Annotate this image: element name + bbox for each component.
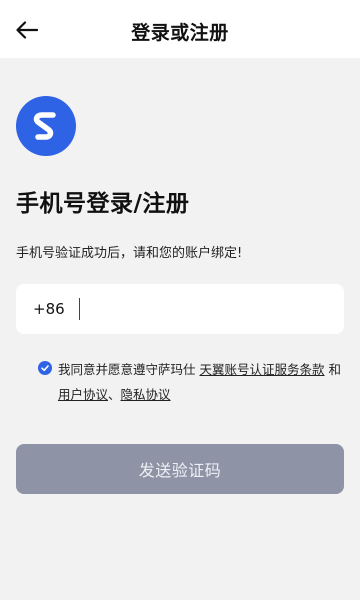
page-title: 手机号登录/注册 xyxy=(16,191,190,217)
agreement-prefix: 我同意并愿意遵守萨玛仕 xyxy=(58,362,200,377)
phone-number-input[interactable] xyxy=(83,288,344,330)
tianyi-terms-link[interactable]: 天翼账号认证服务条款 xyxy=(199,362,324,377)
user-agreement-link[interactable]: 用户协议 xyxy=(58,387,108,402)
agreement-text: 我同意并愿意遵守萨玛仕 天翼账号认证服务条款 和 用户协议、隐私协议 xyxy=(58,357,350,407)
page-subtitle: 手机号验证成功后，请和您的账户绑定! xyxy=(16,246,243,261)
country-code-selector[interactable]: +86 xyxy=(33,300,65,318)
check-icon xyxy=(41,365,49,372)
header-bar: 登录或注册 xyxy=(0,0,360,58)
agreement-separator: 、 xyxy=(108,387,121,402)
send-code-button[interactable]: 发送验证码 xyxy=(16,444,344,494)
page-header-title: 登录或注册 xyxy=(131,22,229,44)
brand-s-logo-icon xyxy=(16,96,76,156)
agreement-checkbox[interactable] xyxy=(38,361,52,375)
login-screen: 登录或注册 手机号登录/注册 手机号验证成功后，请和您的账户绑定! +86 我同… xyxy=(0,0,360,600)
phone-input-field[interactable]: +86 xyxy=(16,284,344,334)
input-caret xyxy=(78,298,80,320)
privacy-policy-link[interactable]: 隐私协议 xyxy=(121,387,171,402)
agreement-middle: 和 xyxy=(324,362,341,377)
